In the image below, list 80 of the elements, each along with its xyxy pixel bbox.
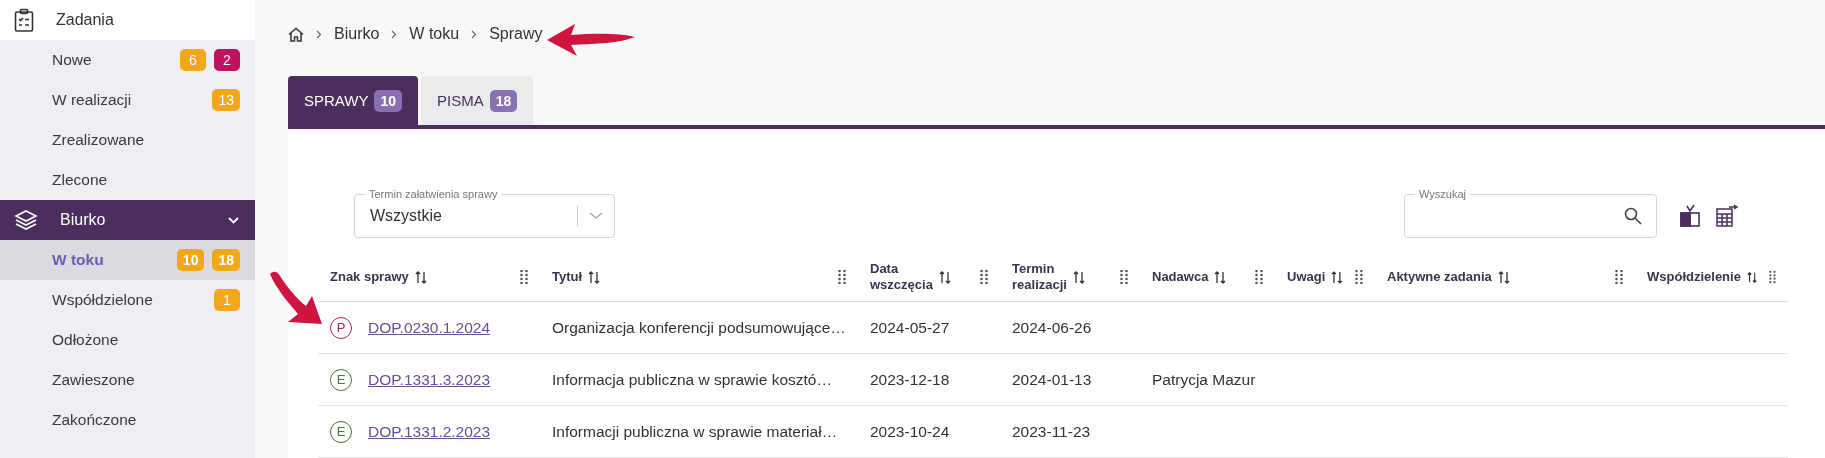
count-badge: 18 xyxy=(212,249,240,271)
columns-icon[interactable] xyxy=(1679,204,1701,228)
item-label: Zlecone xyxy=(52,171,109,189)
case-link[interactable]: DOP.0230.1.2024 xyxy=(368,318,491,337)
sidebar-item[interactable]: Zawieszone xyxy=(0,360,255,400)
item-label: Zakończone xyxy=(52,411,138,429)
table-cell: 2024-06-26 xyxy=(1012,318,1092,337)
drag-handle-icon[interactable] xyxy=(1769,270,1776,284)
breadcrumb-link[interactable]: Biurko xyxy=(334,25,380,43)
item-label: Zawieszone xyxy=(52,371,136,389)
drag-handle-icon[interactable] xyxy=(980,270,988,284)
column-header[interactable]: Termin realizacji xyxy=(1012,261,1067,293)
sort-icon[interactable] xyxy=(1214,270,1227,284)
count-badge: 6 xyxy=(180,49,206,71)
sidebar-item[interactable]: Nowe 6 2 xyxy=(0,40,255,80)
column-header[interactable]: Tytuł xyxy=(552,269,583,285)
table-cell: Informacji publiczna w sprawie materiał… xyxy=(552,422,838,441)
drag-handle-icon[interactable] xyxy=(1120,270,1128,284)
clipboard-icon xyxy=(14,8,34,32)
column-header[interactable]: Znak sprawy xyxy=(330,269,409,285)
case-link[interactable]: DOP.1331.3.2023 xyxy=(368,370,491,389)
sort-icon[interactable] xyxy=(1072,270,1085,284)
chevron-down-icon[interactable] xyxy=(228,216,239,224)
breadcrumb-link[interactable]: W toku xyxy=(409,25,460,43)
table-cell: 2023-10-24 xyxy=(870,422,950,441)
item-label: Odłożone xyxy=(52,331,120,349)
count-badge: 13 xyxy=(212,89,240,111)
drag-handle-icon[interactable] xyxy=(1615,270,1623,284)
item-label: W toku xyxy=(52,251,105,269)
column-header[interactable]: Nadawca xyxy=(1152,269,1209,285)
table-cell: 2023-12-18 xyxy=(870,370,950,389)
count-badge: 10 xyxy=(176,249,205,271)
tab[interactable]: SPRAWY 10 xyxy=(288,76,419,125)
drag-handle-icon[interactable] xyxy=(520,270,528,284)
chevron-right-icon xyxy=(391,29,398,39)
search-icon[interactable] xyxy=(1624,207,1642,225)
count-badge: 1 xyxy=(214,289,240,311)
tab[interactable]: PISMA 18 xyxy=(421,76,534,125)
drag-handle-icon[interactable] xyxy=(1355,270,1363,284)
drag-handle-icon[interactable] xyxy=(1255,270,1263,284)
sidebar-item[interactable]: Odłożone xyxy=(0,320,255,360)
drag-handle-icon[interactable] xyxy=(838,270,846,284)
sort-icon[interactable] xyxy=(1497,270,1510,284)
sidebar-item[interactable]: Zakończone xyxy=(0,400,255,440)
table-cell: 2023-11-23 xyxy=(1012,422,1091,441)
layers-icon xyxy=(14,209,38,231)
home-icon[interactable] xyxy=(288,26,304,42)
sidebar-item[interactable]: W realizacji 13 xyxy=(0,80,255,120)
column-header[interactable]: Współdzielenie xyxy=(1647,269,1741,285)
sort-icon[interactable] xyxy=(588,270,601,284)
sort-icon[interactable] xyxy=(1746,270,1758,284)
item-label: Współdzielone xyxy=(52,291,154,309)
sort-icon[interactable] xyxy=(414,270,427,284)
sidebar-item[interactable]: Zrealizowane xyxy=(0,120,255,160)
item-label: Zrealizowane xyxy=(52,131,146,149)
chevron-right-icon xyxy=(316,29,322,39)
case-link[interactable]: DOP.1331.2.2023 xyxy=(368,422,491,441)
sidebar-section[interactable]: Biurko xyxy=(0,200,255,240)
chevron-right-icon xyxy=(471,29,478,39)
count-badge: 2 xyxy=(214,49,240,71)
sidebar-item[interactable]: Współdzielone 1 xyxy=(0,280,255,320)
column-header[interactable]: Data wszczęcia xyxy=(870,261,933,293)
column-header[interactable]: Uwagi xyxy=(1287,269,1326,285)
table-cell: 2024-01-13 xyxy=(1012,370,1092,389)
table-cell: Patrycja Mazur xyxy=(1152,370,1256,389)
table-cell: Organizacja konferencji podsumowujące… xyxy=(552,318,846,337)
sort-icon[interactable] xyxy=(1331,270,1344,284)
item-label: Nowe xyxy=(52,51,93,69)
section-label: Biurko xyxy=(60,211,107,229)
section-label: Zadania xyxy=(56,11,115,29)
table-cell: Informacja publiczna w sprawie kosztó… xyxy=(552,370,832,389)
item-label: W realizacji xyxy=(52,91,133,109)
breadcrumb-link[interactable]: Sprawy xyxy=(489,25,543,43)
column-header[interactable]: Aktywne zadania xyxy=(1387,269,1492,285)
table-export-icon[interactable] xyxy=(1715,204,1739,228)
sidebar-item[interactable]: Zlecone xyxy=(0,160,255,200)
table-cell: 2024-05-27 xyxy=(870,318,950,337)
sidebar-section[interactable]: Zadania xyxy=(0,0,255,40)
sidebar-item[interactable]: W toku 10 18 xyxy=(0,240,255,280)
sort-icon[interactable] xyxy=(938,270,951,284)
